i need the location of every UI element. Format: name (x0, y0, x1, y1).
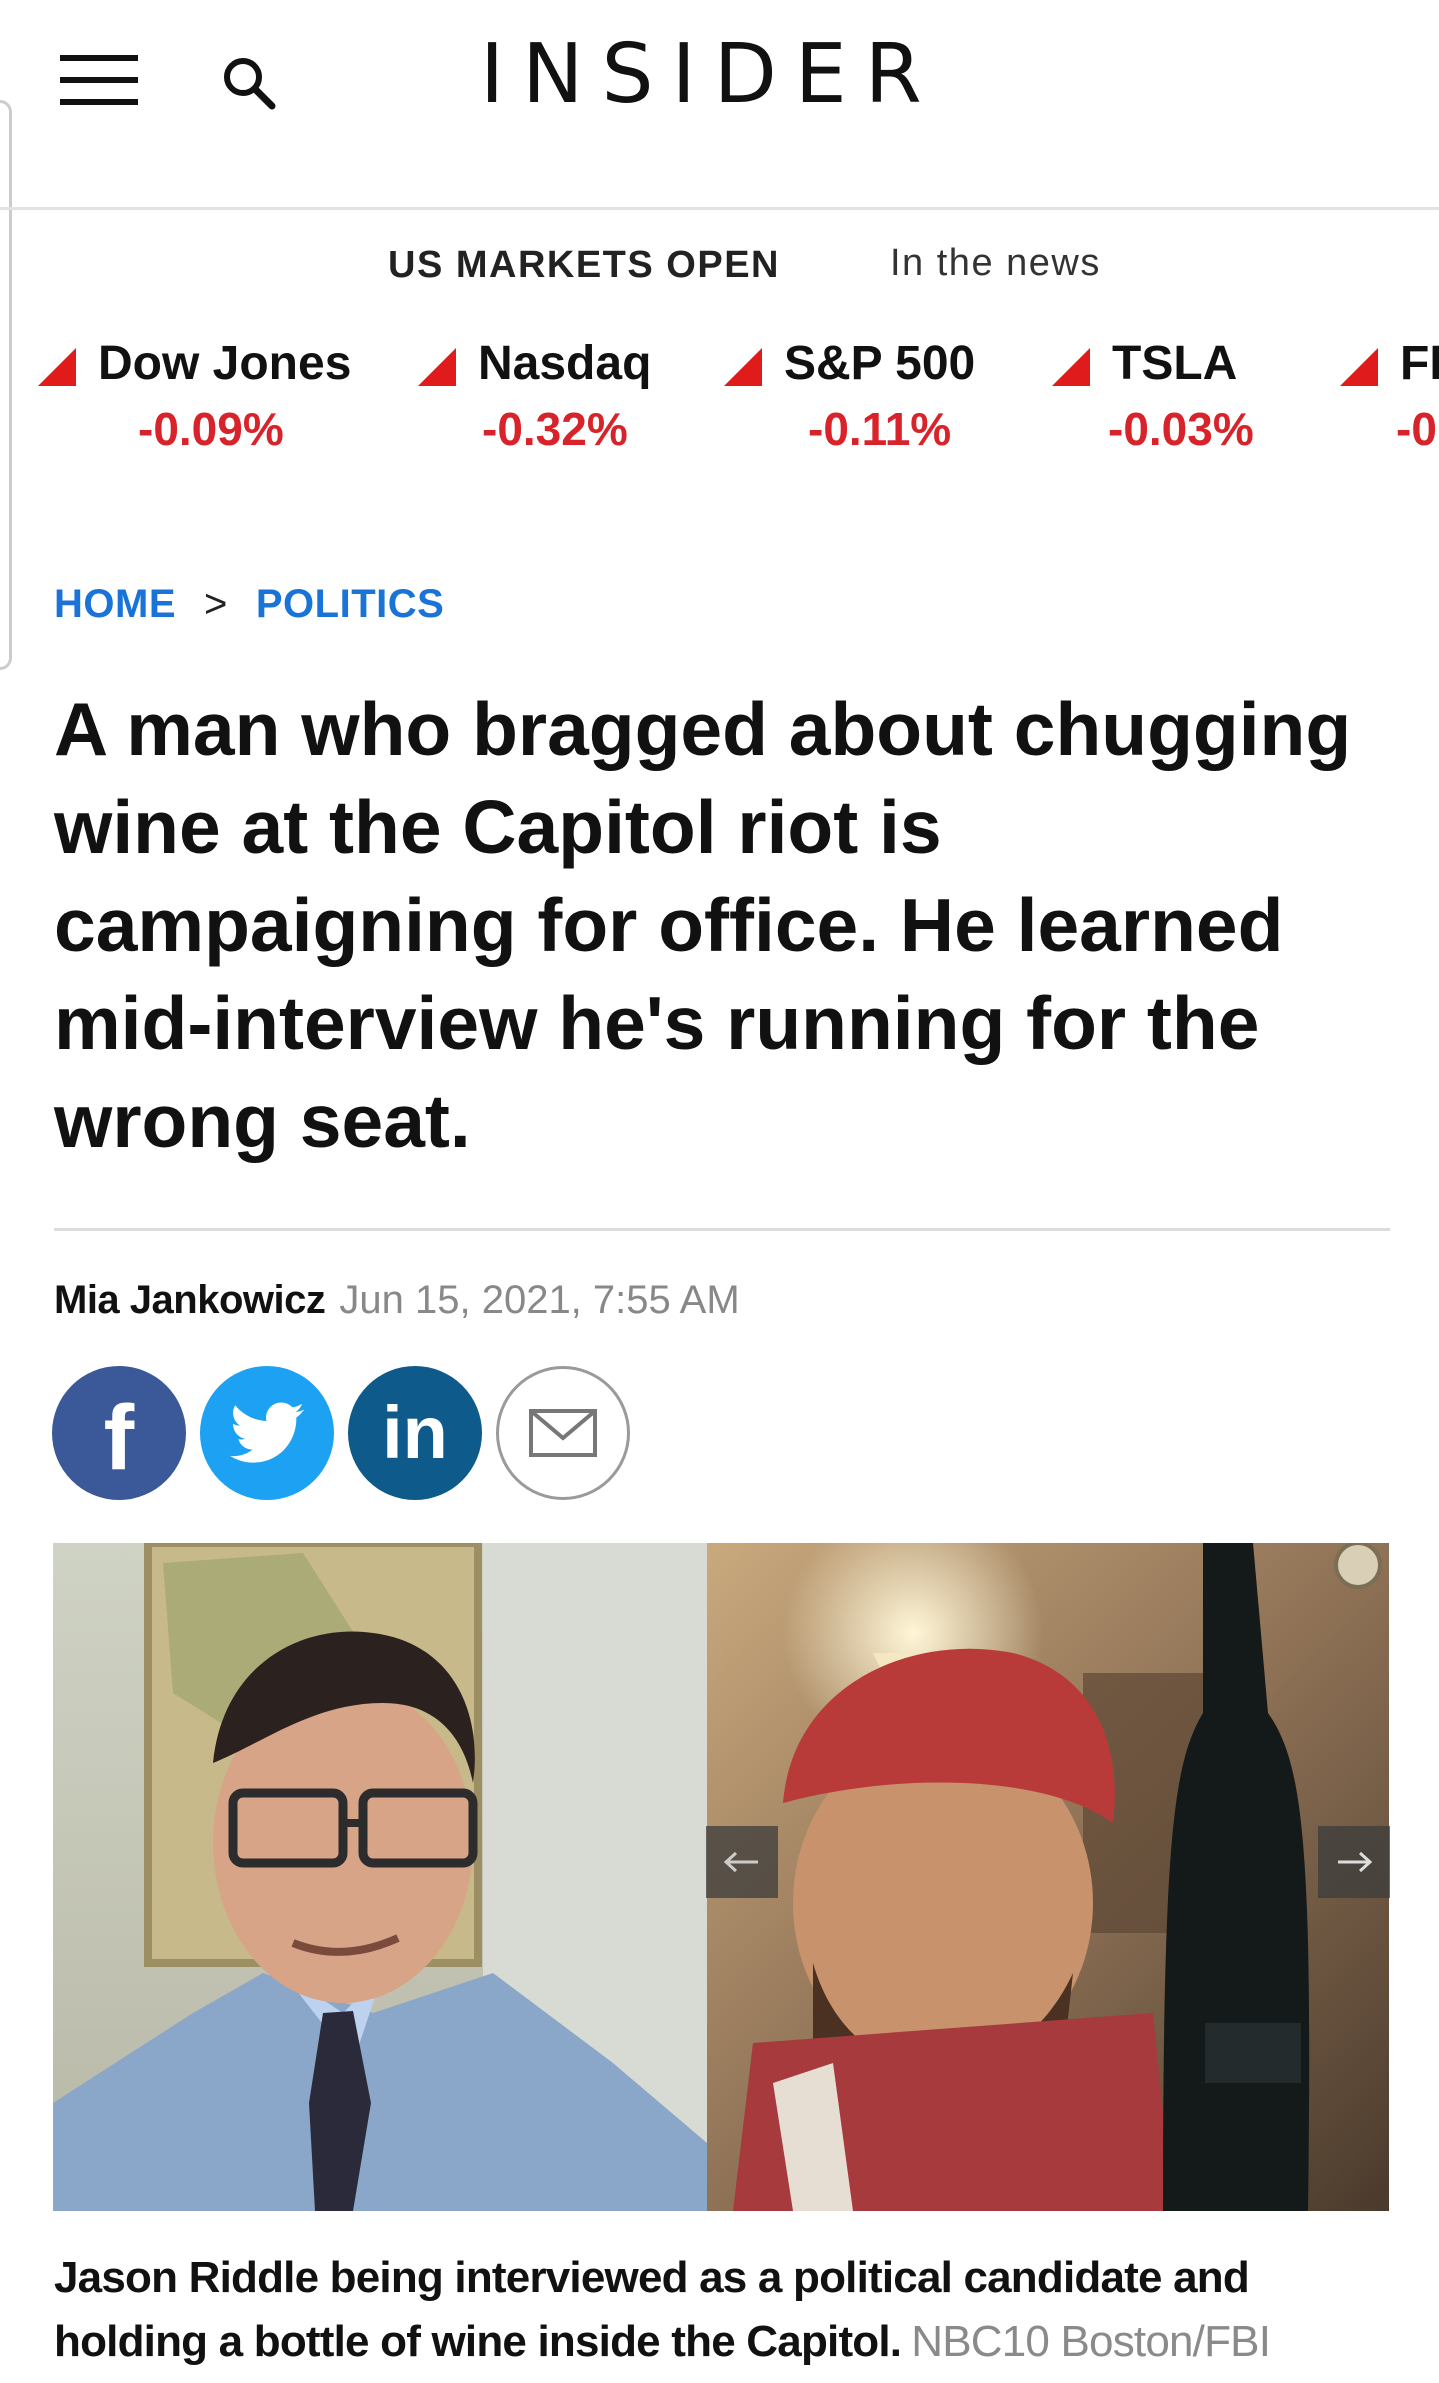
email-share-button[interactable] (496, 1366, 630, 1500)
arrow-left-icon (723, 1851, 758, 1873)
search-icon[interactable] (218, 52, 280, 114)
down-arrow-icon (724, 348, 762, 386)
down-arrow-icon (1052, 348, 1090, 386)
linkedin-icon: in (382, 1391, 448, 1474)
hamburger-menu-icon[interactable] (60, 55, 138, 105)
ticker-name: FI (1400, 337, 1439, 390)
in-the-news-tab[interactable]: In the news (890, 242, 1101, 285)
down-arrow-icon (38, 348, 76, 386)
gallery-next-button[interactable] (1318, 1826, 1390, 1898)
facebook-share-button[interactable]: f (52, 1366, 186, 1500)
ticker-change: -0.11% (808, 403, 952, 455)
ticker-dow-jones[interactable]: Dow Jones -0.09% (38, 330, 368, 460)
ticker-tsla[interactable]: TSLA -0.03% (1052, 330, 1302, 460)
breadcrumb-separator: > (204, 582, 228, 626)
gallery-prev-button[interactable] (706, 1826, 778, 1898)
down-arrow-icon (418, 348, 456, 386)
ticker-sp500[interactable]: S&P 500 -0.11% (724, 330, 1014, 460)
markets-status: US MARKETS OPEN (388, 244, 780, 286)
breadcrumb-politics[interactable]: POLITICS (256, 582, 444, 626)
twitter-share-button[interactable] (200, 1366, 334, 1500)
twitter-icon (230, 1402, 304, 1463)
photo-credit: NBC10 Boston/FBI (911, 2317, 1271, 2366)
breadcrumb: HOME > POLITICS (54, 582, 444, 627)
byline: Mia Jankowicz Jun 15, 2021, 7:55 AM (54, 1278, 740, 1323)
ticker-name: Nasdaq (478, 337, 652, 390)
author-name[interactable]: Mia Jankowicz (54, 1278, 326, 1322)
email-icon (529, 1409, 597, 1457)
image-caption: Jason Riddle being interviewed as a poli… (54, 2246, 1394, 2374)
ticker-nasdaq[interactable]: Nasdaq -0.32% (418, 330, 698, 460)
ticker-change: -0.03% (1108, 403, 1254, 455)
article-headline: A man who bragged about chugging wine at… (54, 687, 1352, 1163)
site-logo[interactable]: INSIDER (480, 34, 940, 116)
site-header: INSIDER (0, 0, 1439, 210)
divider (54, 1228, 1390, 1231)
down-arrow-icon (1340, 348, 1378, 386)
ticker-change: -0.32% (482, 403, 628, 455)
breadcrumb-home[interactable]: HOME (54, 582, 176, 626)
ticker-change: -0.09% (138, 403, 284, 455)
arrow-right-icon (1338, 1851, 1373, 1873)
facebook-icon: f (103, 1387, 135, 1489)
ticker-name: S&P 500 (784, 337, 976, 390)
linkedin-share-button[interactable]: in (348, 1366, 482, 1500)
ticker-change: -0 (1396, 403, 1437, 455)
ticker-partial[interactable]: FI -0 (1340, 330, 1439, 460)
ticker-name: Dow Jones (98, 337, 352, 390)
ticker-name: TSLA (1112, 337, 1238, 390)
publish-date: Jun 15, 2021, 7:55 AM (339, 1278, 740, 1322)
